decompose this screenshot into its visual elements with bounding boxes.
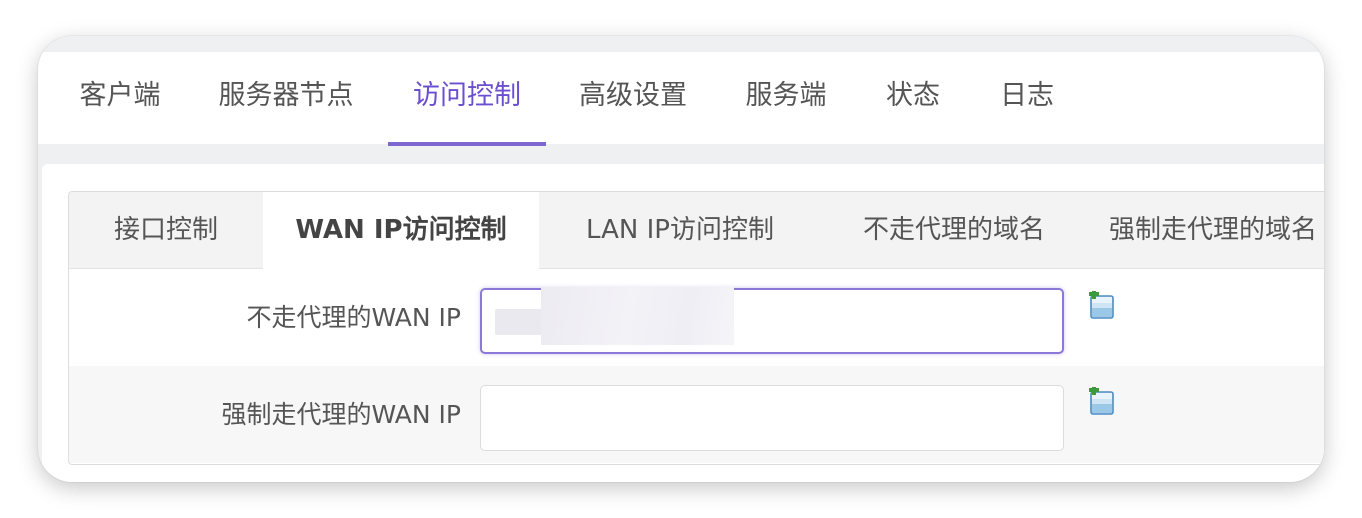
add-entry-icon[interactable] bbox=[1087, 291, 1117, 321]
tab-access-control[interactable]: 访问控制 bbox=[388, 52, 546, 144]
active-tab-indicator bbox=[388, 142, 546, 146]
access-control-panel: 接口控制 WAN IP访问控制 LAN IP访问控制 不走代理的域名 强制走代理… bbox=[68, 191, 1324, 465]
subtab-interface-control[interactable]: 接口控制 bbox=[69, 192, 263, 268]
tab-client[interactable]: 客户端 bbox=[68, 52, 172, 144]
tab-server-side[interactable]: 服务端 bbox=[734, 52, 838, 144]
form-row-forced-wan-ip: 强制走代理的WAN IP bbox=[69, 366, 1324, 463]
app-window: 客户端 服务器节点 访问控制 高级设置 服务端 状态 日志 接口控制 WAN I… bbox=[38, 36, 1324, 482]
sub-tab-bar: 接口控制 WAN IP访问控制 LAN IP访问控制 不走代理的域名 强制走代理… bbox=[69, 192, 1324, 269]
content-card: 接口控制 WAN IP访问控制 LAN IP访问控制 不走代理的域名 强制走代理… bbox=[42, 164, 1324, 482]
redacted-value bbox=[541, 287, 734, 345]
tab-log[interactable]: 日志 bbox=[988, 52, 1066, 144]
bypass-wan-ip-label: 不走代理的WAN IP bbox=[246, 303, 461, 332]
add-entry-icon[interactable] bbox=[1087, 387, 1117, 417]
subtab-wan-ip-access-control[interactable]: WAN IP访问控制 bbox=[263, 192, 539, 269]
tab-status[interactable]: 状态 bbox=[874, 52, 952, 144]
subtab-bypass-proxy-domains[interactable]: 不走代理的域名 bbox=[821, 192, 1087, 268]
form-row-bypass-wan-ip: 不走代理的WAN IP bbox=[69, 269, 1324, 366]
forced-wan-ip-label: 强制走代理的WAN IP bbox=[221, 400, 461, 429]
subtab-forced-proxy-domains[interactable]: 强制走代理的域名 bbox=[1109, 192, 1324, 268]
subtab-lan-ip-access-control[interactable]: LAN IP访问控制 bbox=[539, 192, 821, 268]
redacted-value bbox=[495, 309, 545, 335]
forced-wan-ip-input[interactable] bbox=[480, 385, 1064, 451]
tab-advanced-settings[interactable]: 高级设置 bbox=[568, 52, 698, 144]
tab-server-nodes[interactable]: 服务器节点 bbox=[208, 52, 364, 144]
top-nav: 客户端 服务器节点 访问控制 高级设置 服务端 状态 日志 bbox=[38, 52, 1324, 146]
